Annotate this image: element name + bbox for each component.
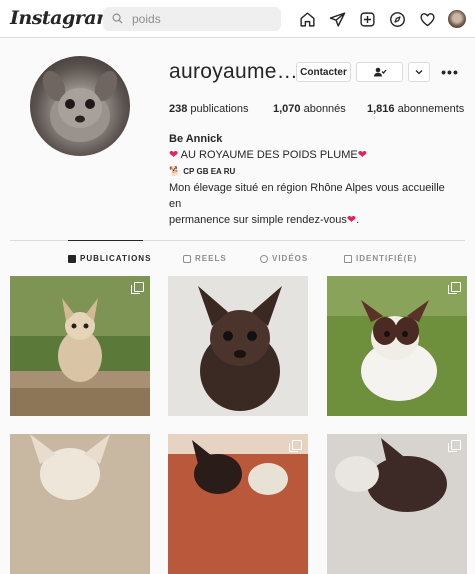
suggestions-dropdown-button[interactable] xyxy=(408,62,430,82)
post-thumbnail[interactable] xyxy=(168,434,308,574)
post-photo xyxy=(168,434,308,574)
explore-icon[interactable] xyxy=(387,9,407,29)
contact-button[interactable]: Contacter xyxy=(296,62,351,82)
carousel-icon xyxy=(448,440,461,452)
carousel-icon xyxy=(131,282,144,294)
stat-publications[interactable]: 238 publications xyxy=(169,103,249,115)
tab-videos[interactable]: VIDÉOS xyxy=(260,254,308,263)
tagged-icon xyxy=(344,254,352,263)
post-photo xyxy=(327,276,467,416)
heart-emoji: ❤ xyxy=(169,149,179,161)
instagram-logo[interactable]: Instagram xyxy=(10,7,116,29)
profile-avatar[interactable] xyxy=(447,9,467,29)
post-thumbnail[interactable] xyxy=(10,276,150,416)
tab-reels[interactable]: REELS xyxy=(183,254,227,263)
activity-icon[interactable] xyxy=(417,9,437,29)
home-icon[interactable] xyxy=(297,9,317,29)
follow-button[interactable] xyxy=(356,62,403,82)
dog-emoji: 🐕 xyxy=(169,166,181,176)
post-thumbnail[interactable] xyxy=(327,434,467,574)
carousel-icon xyxy=(448,282,461,294)
post-photo xyxy=(168,276,308,416)
post-thumbnail[interactable] xyxy=(327,276,467,416)
search-value: poids xyxy=(132,12,161,26)
top-navigation-bar: Instagram poids xyxy=(0,0,475,38)
grid-icon xyxy=(68,254,76,263)
play-icon xyxy=(260,254,268,263)
carousel-icon xyxy=(289,440,302,452)
profile-name: Be Annick xyxy=(169,133,223,145)
profile-picture[interactable] xyxy=(30,56,130,156)
post-thumbnail[interactable] xyxy=(10,434,150,574)
reels-icon xyxy=(183,254,191,263)
search-input[interactable]: poids xyxy=(103,7,281,31)
heart-emoji: ❤ xyxy=(357,149,367,161)
stat-followers[interactable]: 1,070 abonnés xyxy=(273,103,346,115)
bio-line-4: permanence sur simple rendez-vous❤. xyxy=(169,214,360,226)
post-photo xyxy=(10,434,150,574)
person-check-icon xyxy=(373,67,386,77)
tab-publications[interactable]: PUBLICATIONS xyxy=(68,254,151,263)
bio-line-breeds: 🐕 CP GB EA RU xyxy=(169,166,236,176)
new-post-icon[interactable] xyxy=(357,9,377,29)
profile-username: auroyaume… xyxy=(169,60,299,83)
bio-line-title: ❤ AU ROYAUME DES POIDS PLUME❤ xyxy=(169,149,367,161)
post-photo xyxy=(10,276,150,416)
post-thumbnail[interactable] xyxy=(168,276,308,416)
post-photo xyxy=(327,434,467,574)
bio-line-3: Mon élevage situé en région Rhône Alpes … xyxy=(169,182,445,210)
dog-photo xyxy=(42,70,118,142)
tab-tagged[interactable]: IDENTIFIÉ(E) xyxy=(344,254,417,263)
active-tab-indicator xyxy=(68,240,143,241)
heart-emoji: ❤ xyxy=(346,214,357,226)
chevron-down-icon xyxy=(415,70,423,75)
search-icon xyxy=(112,13,123,24)
profile-bio: Be Annick ❤ AU ROYAUME DES POIDS PLUME❤ … xyxy=(169,131,459,228)
stat-following[interactable]: 1,816 abonnements xyxy=(367,103,464,115)
avatar xyxy=(448,10,466,28)
direct-icon[interactable] xyxy=(327,9,347,29)
more-options-icon[interactable]: ••• xyxy=(440,62,460,82)
